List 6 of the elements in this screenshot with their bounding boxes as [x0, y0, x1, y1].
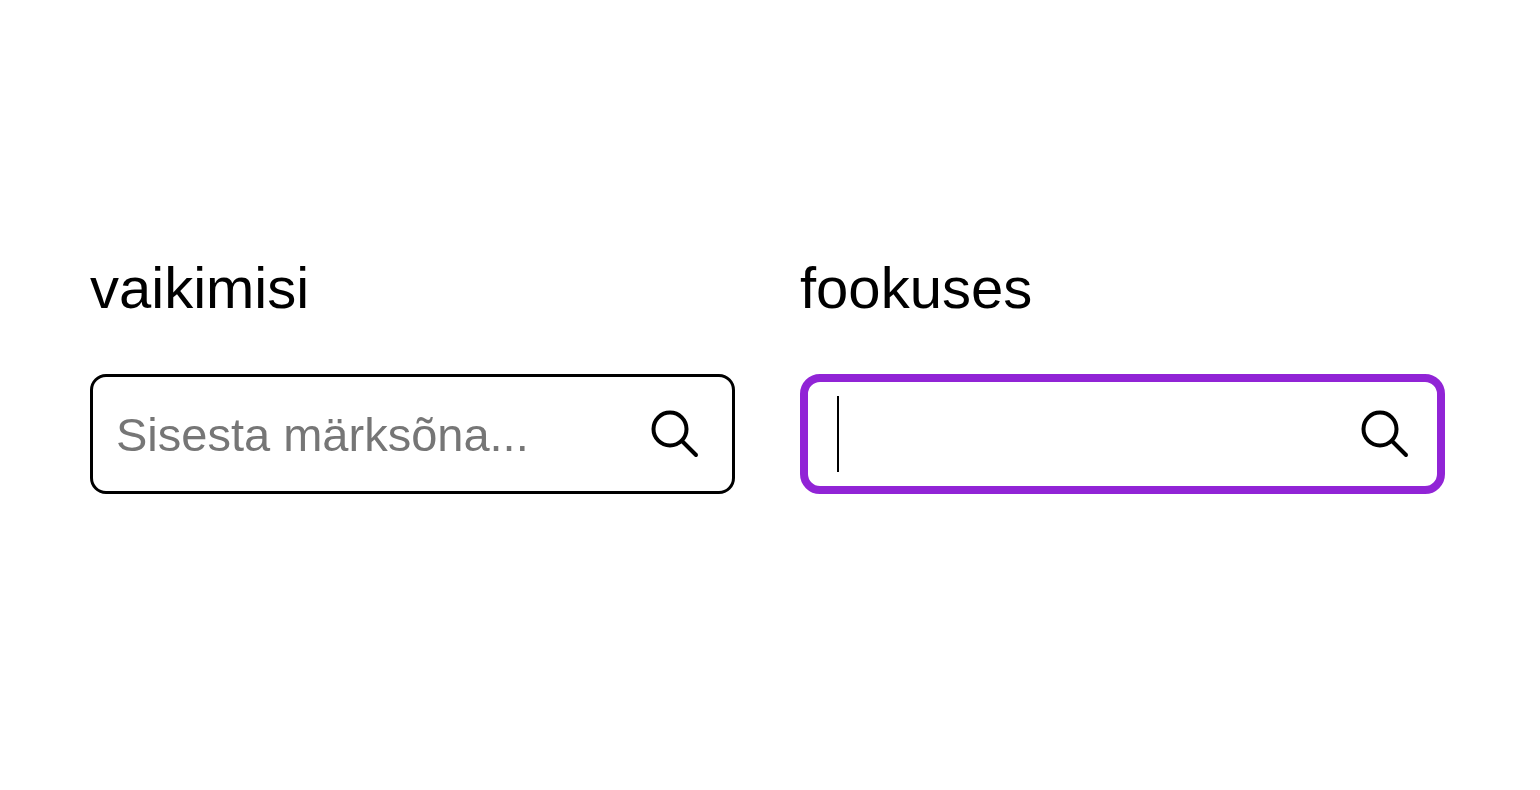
search-icon [651, 410, 699, 458]
field-label: vaikimisi [90, 259, 310, 317]
search-field[interactable] [800, 374, 1445, 494]
search-field[interactable]: Sisesta märksõna... [90, 374, 735, 494]
field-label: fookuses [800, 259, 1033, 317]
search-icon [1361, 410, 1409, 458]
